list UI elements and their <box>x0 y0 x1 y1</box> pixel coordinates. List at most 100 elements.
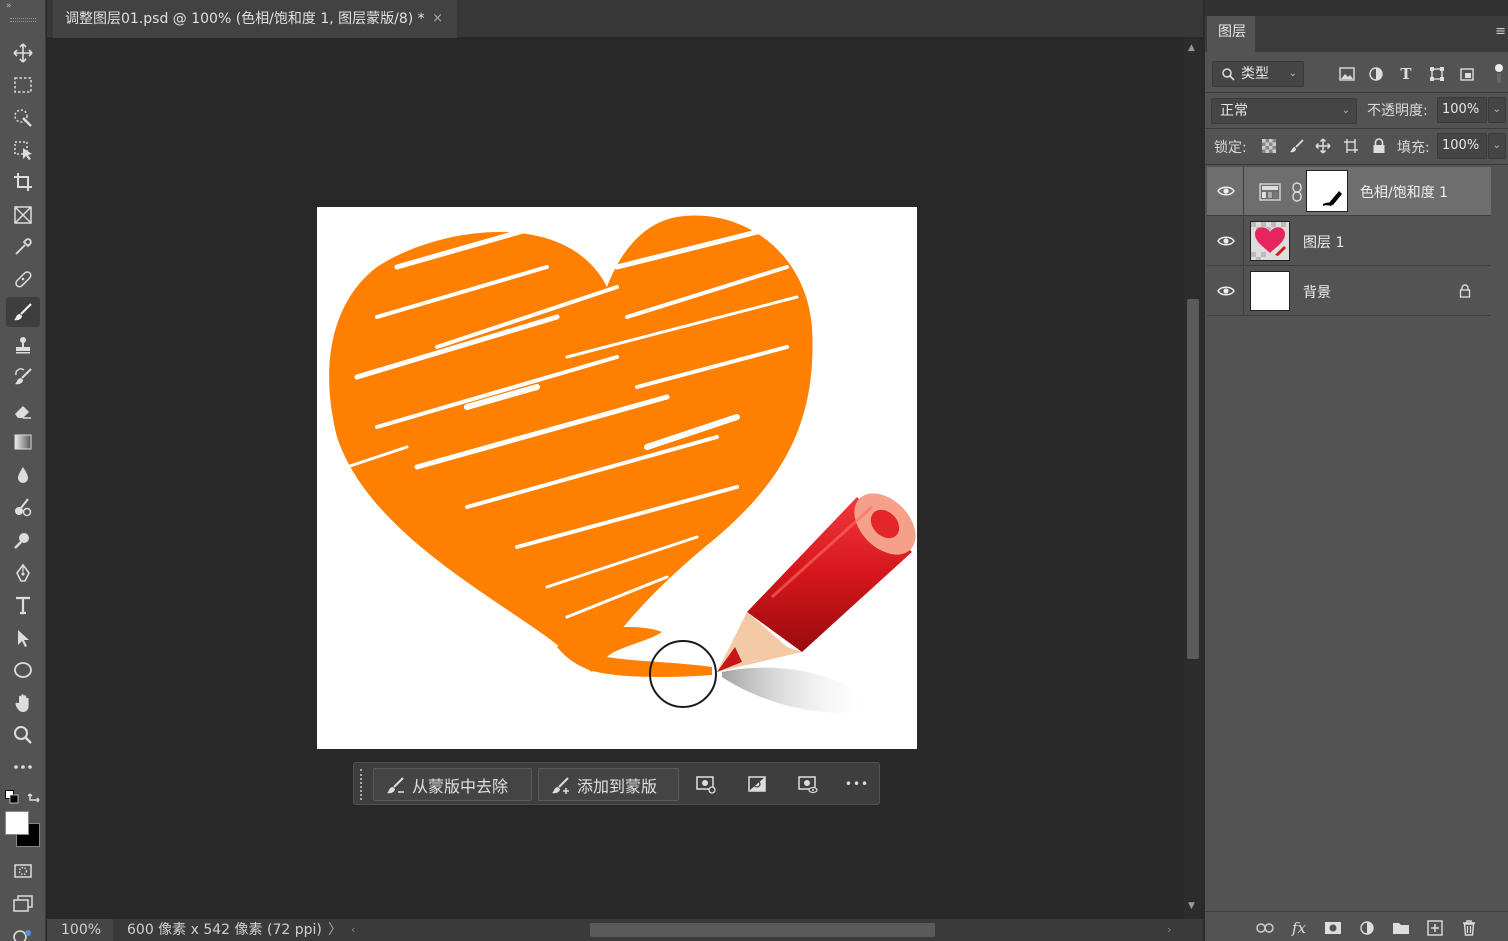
new-layer-button[interactable] <box>1425 918 1445 938</box>
scroll-up-icon[interactable]: ▲ <box>1188 43 1195 53</box>
quick-selection-tool[interactable] <box>6 102 40 132</box>
layer-mask-thumbnail[interactable] <box>1306 170 1348 212</box>
zoom-level-field[interactable]: 100% <box>47 919 113 941</box>
vertical-scrollbar[interactable]: ▲ ▼ <box>1184 39 1202 919</box>
invert-mask-button[interactable] <box>746 773 768 795</box>
panel-menu-icon[interactable]: ≡ <box>1495 24 1506 39</box>
blur-tool[interactable] <box>6 460 40 490</box>
extra-tool-button[interactable] <box>12 926 34 941</box>
more-options-button[interactable]: ••• <box>845 773 868 795</box>
layers-panel-header: 图层 ≡ <box>1205 0 1508 52</box>
screen-mode-button[interactable] <box>6 888 40 918</box>
clone-stamp-tool[interactable] <box>6 330 40 360</box>
hand-tool[interactable] <box>6 688 40 718</box>
magnifier-icon <box>14 726 32 744</box>
lock-transparent-pixels-button[interactable] <box>1259 136 1279 156</box>
object-selection-icon <box>14 141 32 160</box>
document-tab[interactable]: 调整图层01.psd @ 100% (色相/饱和度 1, 图层蒙版/8) * × <box>53 0 457 38</box>
taskbar-grip[interactable] <box>360 769 364 800</box>
crop-tool[interactable] <box>6 167 40 197</box>
filter-shape-layers-button[interactable] <box>1427 64 1447 84</box>
layer-filter-select[interactable]: 类型 ⌄ <box>1212 61 1304 87</box>
subtract-from-mask-button[interactable]: 从蒙版中去除 <box>373 768 532 801</box>
lock-artboard-button[interactable] <box>1341 136 1361 156</box>
dodge-tool[interactable] <box>6 525 40 555</box>
fill-label: 填充: <box>1397 140 1430 156</box>
filter-adjustment-layers-button[interactable] <box>1366 64 1386 84</box>
blend-mode-select[interactable]: 正常 ⌄ <box>1211 98 1357 124</box>
visibility-eye-icon[interactable] <box>1217 183 1235 199</box>
foreground-color-swatch[interactable] <box>5 811 29 835</box>
frame-tool[interactable] <box>6 200 40 230</box>
filter-smart-object-button[interactable] <box>1457 64 1477 84</box>
scroll-right-icon[interactable]: › <box>1167 919 1171 941</box>
mask-settings-button[interactable] <box>695 773 717 795</box>
gradient-tool[interactable] <box>6 427 40 457</box>
horizontal-scroll-thumb[interactable] <box>590 923 935 937</box>
layers-tab[interactable]: 图层 <box>1207 16 1255 52</box>
layer-thumbnail[interactable] <box>1250 271 1290 311</box>
filter-type-layers-button[interactable]: T <box>1396 64 1416 84</box>
zoom-tool[interactable] <box>6 720 40 750</box>
new-group-button[interactable] <box>1391 918 1411 938</box>
ellipse-icon <box>14 662 32 678</box>
fill-input[interactable]: 100% <box>1437 133 1487 159</box>
toolbar-collapse-button[interactable]: » <box>0 0 45 14</box>
opacity-slider-button[interactable]: ⌄ <box>1488 97 1506 123</box>
document-canvas[interactable] <box>317 207 917 749</box>
eraser-tool[interactable] <box>6 395 40 425</box>
lock-image-pixels-button[interactable] <box>1287 136 1307 156</box>
mask-link-chain-icon[interactable] <box>1291 182 1303 202</box>
scroll-down-icon[interactable]: ▼ <box>1188 901 1195 911</box>
eyedropper-tool[interactable] <box>6 232 40 262</box>
toolbar-grip[interactable] <box>10 18 36 22</box>
add-to-mask-button[interactable]: 添加到蒙版 <box>538 768 679 801</box>
brush-tool[interactable] <box>6 297 40 327</box>
new-adjustment-layer-button[interactable] <box>1357 918 1377 938</box>
swap-arrow-icon <box>27 793 40 803</box>
close-tab-icon[interactable]: × <box>432 0 443 38</box>
adjustment-circle-icon <box>1369 67 1383 81</box>
status-info-menu-button[interactable]: 〉 <box>328 919 342 941</box>
layer-row-layer-1[interactable]: 图层 1 <box>1207 217 1491 266</box>
more-tools[interactable] <box>6 752 40 782</box>
eye-column-divider <box>1243 217 1244 266</box>
chevron-down-icon: ⌄ <box>1492 140 1501 151</box>
add-layer-mask-button[interactable] <box>1323 918 1343 938</box>
swap-colors-button[interactable] <box>27 789 43 805</box>
layer-row-background[interactable]: 背景 <box>1207 267 1491 316</box>
smudge-tool[interactable] <box>6 492 40 522</box>
scroll-left-icon[interactable]: ‹ <box>351 919 355 941</box>
path-selection-tool[interactable] <box>6 623 40 653</box>
move-tool[interactable] <box>6 38 40 68</box>
history-brush-tool[interactable] <box>6 362 40 392</box>
layer-style-fx-button[interactable]: fx <box>1289 918 1309 938</box>
brush-minus-icon <box>387 776 404 793</box>
opacity-input[interactable]: 100% <box>1437 97 1487 123</box>
delete-layer-button[interactable] <box>1459 918 1479 938</box>
lock-all-button[interactable] <box>1369 136 1389 156</box>
healing-brush-tool[interactable] <box>6 264 40 294</box>
eraser-icon <box>15 406 31 419</box>
quick-mask-button[interactable] <box>6 856 40 886</box>
filter-toggle-switch[interactable] <box>1494 62 1504 84</box>
lock-position-button[interactable] <box>1313 136 1333 156</box>
folder-icon <box>1393 923 1409 934</box>
visibility-eye-icon[interactable] <box>1217 233 1235 249</box>
pen-tool[interactable] <box>6 558 40 588</box>
panel-divider <box>1205 128 1508 129</box>
marquee-tool[interactable] <box>6 70 40 100</box>
type-tool[interactable] <box>6 590 40 620</box>
default-colors-button[interactable] <box>5 790 19 804</box>
ellipse-tool[interactable] <box>6 655 40 685</box>
layer-row-hue-saturation[interactable]: 色相/饱和度 1 <box>1207 167 1491 216</box>
view-mask-button[interactable] <box>797 773 819 795</box>
object-selection-tool[interactable] <box>6 135 40 165</box>
vertical-scroll-thumb[interactable] <box>1187 299 1199 659</box>
fill-slider-button[interactable]: ⌄ <box>1488 133 1506 159</box>
layer-thumbnail[interactable] <box>1250 221 1290 261</box>
link-layers-button[interactable] <box>1255 918 1275 938</box>
filter-pixel-layers-button[interactable] <box>1337 64 1357 84</box>
visibility-eye-icon[interactable] <box>1217 283 1235 299</box>
search-icon <box>1222 68 1235 81</box>
